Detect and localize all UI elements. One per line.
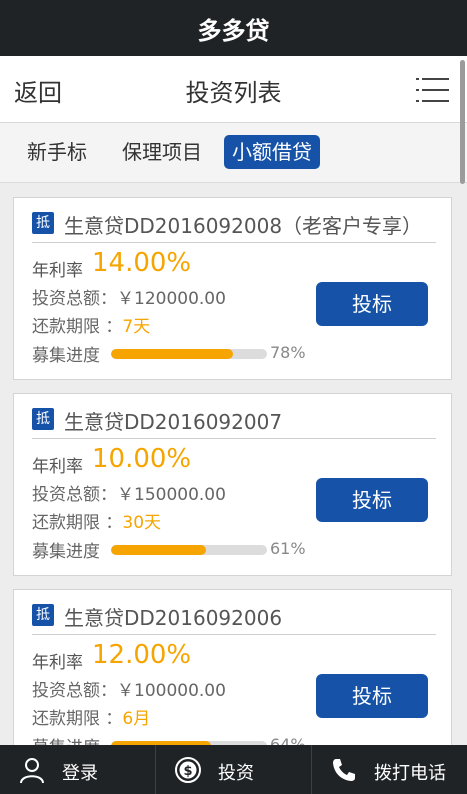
term-label: 还款期限 ： (32, 317, 123, 337)
progress-label: 募集进度 (32, 346, 100, 366)
term-row: 还款期限 ：6月 (32, 704, 150, 729)
bottom-nav-label: 登录 (62, 763, 98, 784)
bottom-nav-call[interactable]: 拨打电话 (312, 745, 467, 794)
tab-micro-loan[interactable]: 小额借贷 (224, 135, 320, 169)
collateral-badge: 抵 (32, 408, 54, 430)
bottom-nav-invest[interactable]: $ 投资 (156, 745, 312, 794)
term-value: 7天 (122, 317, 151, 337)
svg-text:$: $ (183, 764, 192, 779)
progress-bar (111, 349, 267, 359)
app-title-bar: 多多贷 (0, 0, 467, 56)
navigation-bar: 返回 投资列表 (0, 56, 467, 123)
app-title: 多多贷 (197, 16, 270, 45)
product-list: 抵 生意贷DD2016092008（老客户专享） 年利率 14.00% 投资总额… (0, 183, 467, 745)
amount-value: ￥100000.00 (117, 681, 226, 701)
collateral-badge: 抵 (32, 604, 54, 626)
invest-button[interactable]: 投标 (316, 674, 428, 718)
amount-row: 投资总额：￥150000.00 (32, 480, 226, 505)
product-card: 抵 生意贷DD2016092008（老客户专享） 年利率 14.00% 投资总额… (13, 197, 452, 380)
amount-row: 投资总额：￥100000.00 (32, 676, 226, 701)
rate-label: 年利率 (32, 261, 83, 281)
rate-label: 年利率 (32, 457, 83, 477)
scrollbar[interactable] (460, 60, 465, 184)
progress-percent: 61% (270, 539, 306, 558)
phone-icon (333, 759, 355, 781)
progress-percent: 64% (270, 735, 306, 745)
bottom-nav-label: 拨打电话 (374, 763, 446, 784)
amount-value: ￥120000.00 (117, 289, 226, 309)
bottom-navigation: 登录 $ 投资 拨打电话 (0, 745, 467, 794)
category-tabs: 新手标 保理项目 小额借贷 (0, 123, 467, 183)
product-title[interactable]: 生意贷DD2016092006 (64, 602, 282, 631)
tab-newbie[interactable]: 新手标 (19, 135, 95, 169)
amount-row: 投资总额：￥120000.00 (32, 284, 226, 309)
product-card: 抵 生意贷DD2016092007 年利率 10.00% 投资总额：￥15000… (13, 393, 452, 576)
progress-label: 募集进度 (32, 542, 100, 562)
term-value: 30天 (122, 513, 162, 533)
term-row: 还款期限 ：7天 (32, 312, 150, 337)
product-title[interactable]: 生意贷DD2016092007 (64, 406, 282, 435)
amount-label: 投资总额： (32, 681, 117, 701)
product-card: 抵 生意贷DD2016092006 年利率 12.00% 投资总额：￥10000… (13, 589, 452, 745)
amount-value: ￥150000.00 (117, 485, 226, 505)
rate-value: 14.00% (92, 248, 192, 278)
progress-bar (111, 545, 267, 555)
menu-icon[interactable] (416, 78, 449, 102)
rate-label: 年利率 (32, 653, 83, 673)
page-title: 投资列表 (185, 79, 282, 107)
tab-factoring[interactable]: 保理项目 (114, 135, 210, 169)
progress-percent: 78% (270, 343, 306, 362)
collateral-badge: 抵 (32, 212, 54, 234)
invest-button[interactable]: 投标 (316, 282, 428, 326)
product-title[interactable]: 生意贷DD2016092008（老客户专享） (64, 210, 422, 239)
dollar-icon: $ (175, 757, 201, 783)
card-header: 抵 生意贷DD2016092008（老客户专享） (32, 210, 436, 243)
term-row: 还款期限 ：30天 (32, 508, 161, 533)
card-header: 抵 生意贷DD2016092006 (32, 602, 436, 635)
card-header: 抵 生意贷DD2016092007 (32, 406, 436, 439)
bottom-nav-login[interactable]: 登录 (0, 745, 156, 794)
progress-fill (111, 545, 207, 555)
progress-fill (111, 349, 233, 359)
term-label: 还款期限 ： (32, 513, 123, 533)
user-icon (20, 758, 44, 784)
amount-label: 投资总额： (32, 485, 117, 505)
invest-button[interactable]: 投标 (316, 478, 428, 522)
term-label: 还款期限 ： (32, 709, 123, 729)
bottom-nav-label: 投资 (218, 763, 254, 784)
term-value: 6月 (122, 709, 151, 729)
amount-label: 投资总额： (32, 289, 117, 309)
rate-value: 12.00% (92, 640, 192, 670)
progress-label: 募集进度 (32, 733, 100, 745)
rate-value: 10.00% (92, 444, 192, 474)
